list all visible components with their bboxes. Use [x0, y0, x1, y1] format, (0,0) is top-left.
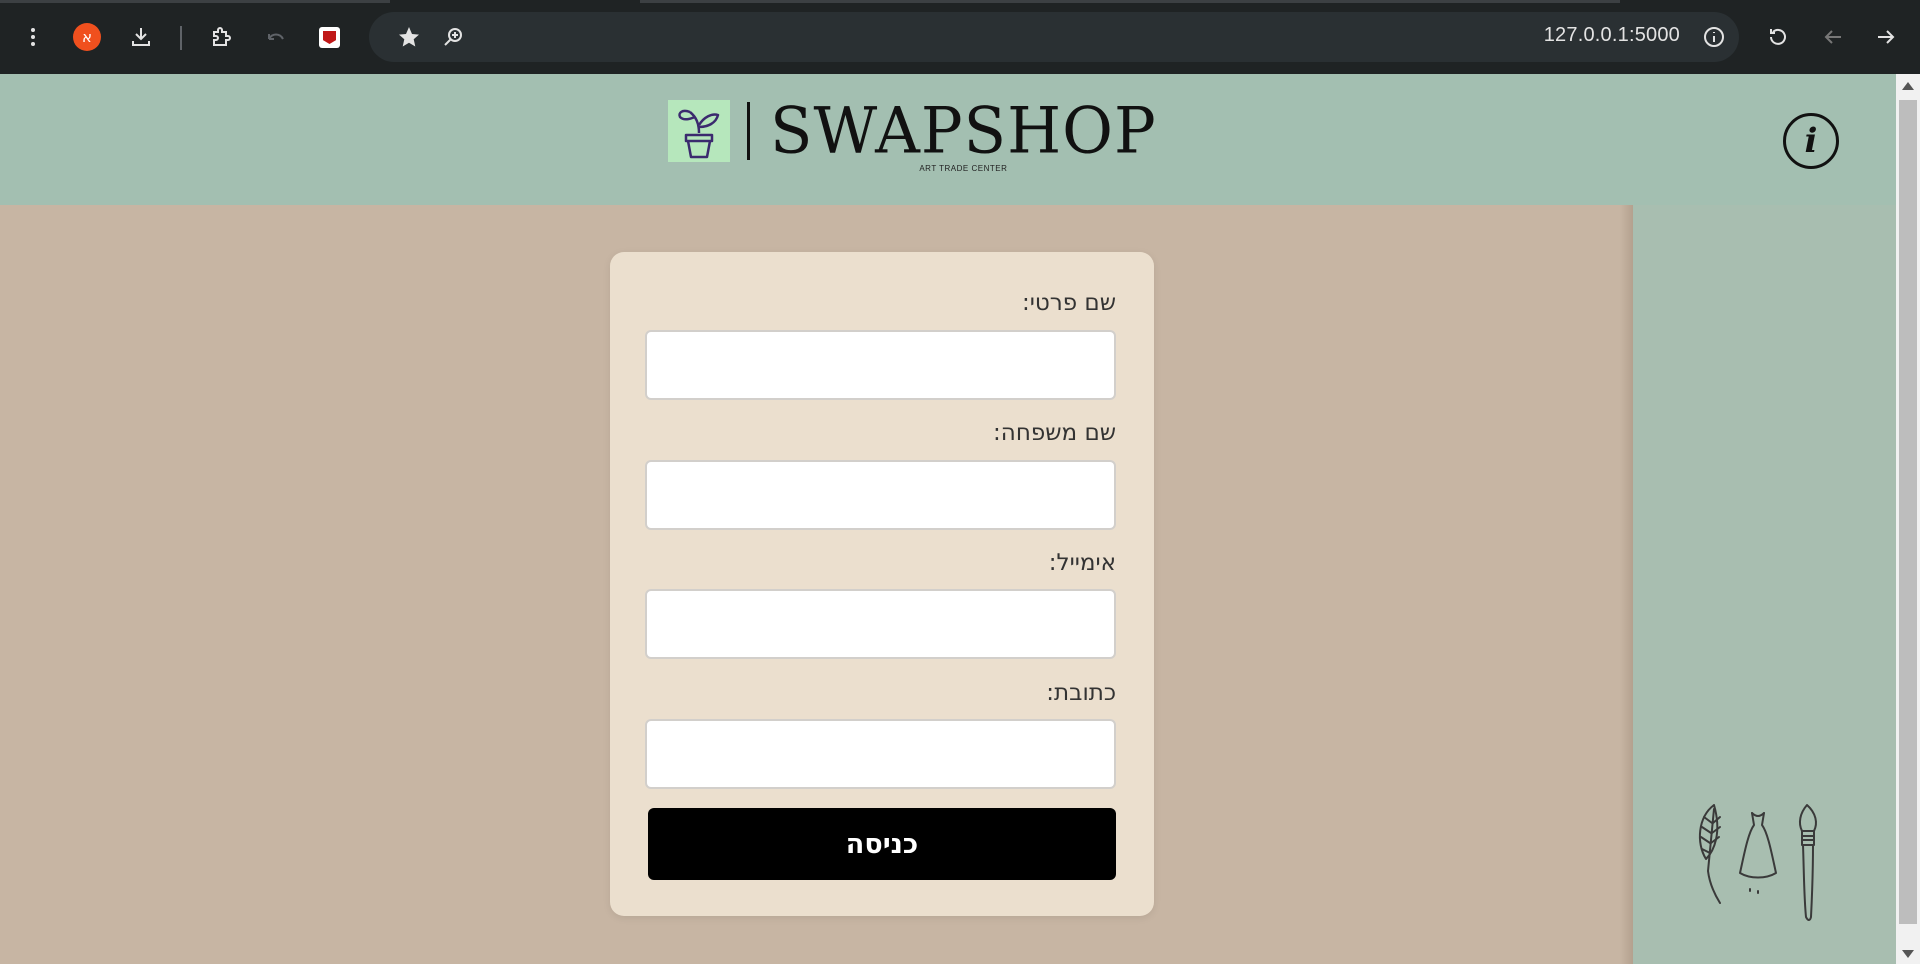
scroll-up-icon[interactable]	[1902, 82, 1914, 90]
mcafee-icon[interactable]	[319, 27, 340, 48]
site-info-icon[interactable]	[1696, 19, 1732, 55]
menu-icon[interactable]	[15, 19, 51, 55]
tab-strip-edge	[640, 0, 1620, 3]
scroll-down-icon[interactable]	[1902, 950, 1914, 958]
url-text[interactable]: 127.0.0.1:5000	[1544, 24, 1680, 47]
forward-icon[interactable]	[1868, 19, 1904, 55]
info-button[interactable]: i	[1783, 113, 1839, 169]
download-icon[interactable]	[123, 19, 159, 55]
browser-toolbar: א 127.0.0.1:5000	[0, 0, 1920, 74]
logo-divider	[747, 102, 750, 160]
first-name-input[interactable]	[645, 330, 1116, 400]
leaf-icon	[1698, 804, 1721, 904]
address-input[interactable]	[645, 719, 1116, 789]
plant-pot-icon	[668, 100, 730, 162]
tab-strip-edge	[0, 0, 390, 3]
address-label: כתובת:	[1046, 680, 1116, 706]
brand-name: SWAPSHOP	[770, 93, 1157, 168]
last-name-label: שם משפחה:	[993, 420, 1116, 446]
page-scrollbar[interactable]	[1896, 74, 1920, 964]
reload-icon[interactable]	[1760, 19, 1796, 55]
undo-icon[interactable]	[258, 19, 294, 55]
profile-avatar[interactable]: א	[73, 23, 101, 51]
bookmark-star-icon[interactable]	[391, 19, 427, 55]
site-logo[interactable]: SWAPSHOP ART TRADE CENTER	[668, 93, 1157, 173]
dress-icon	[1739, 812, 1777, 894]
decorative-icons	[1698, 804, 1817, 921]
panel-shadow	[1620, 205, 1633, 964]
email-label: אימייל:	[1048, 550, 1116, 576]
last-name-input[interactable]	[645, 460, 1116, 530]
enter-button[interactable]: כניסה	[648, 808, 1116, 880]
signup-card: שם פרטי: שם משפחה: אימייל: כתובת: כניסה	[610, 252, 1154, 916]
paintbrush-icon	[1798, 804, 1817, 921]
email-input[interactable]	[645, 589, 1116, 659]
extensions-icon[interactable]	[204, 19, 240, 55]
zoom-icon[interactable]	[435, 19, 471, 55]
scroll-thumb[interactable]	[1899, 100, 1917, 924]
address-bar[interactable]	[369, 12, 1739, 62]
first-name-label: שם פרטי:	[1021, 290, 1116, 316]
toolbar-separator	[180, 26, 182, 50]
back-icon[interactable]	[1815, 19, 1851, 55]
